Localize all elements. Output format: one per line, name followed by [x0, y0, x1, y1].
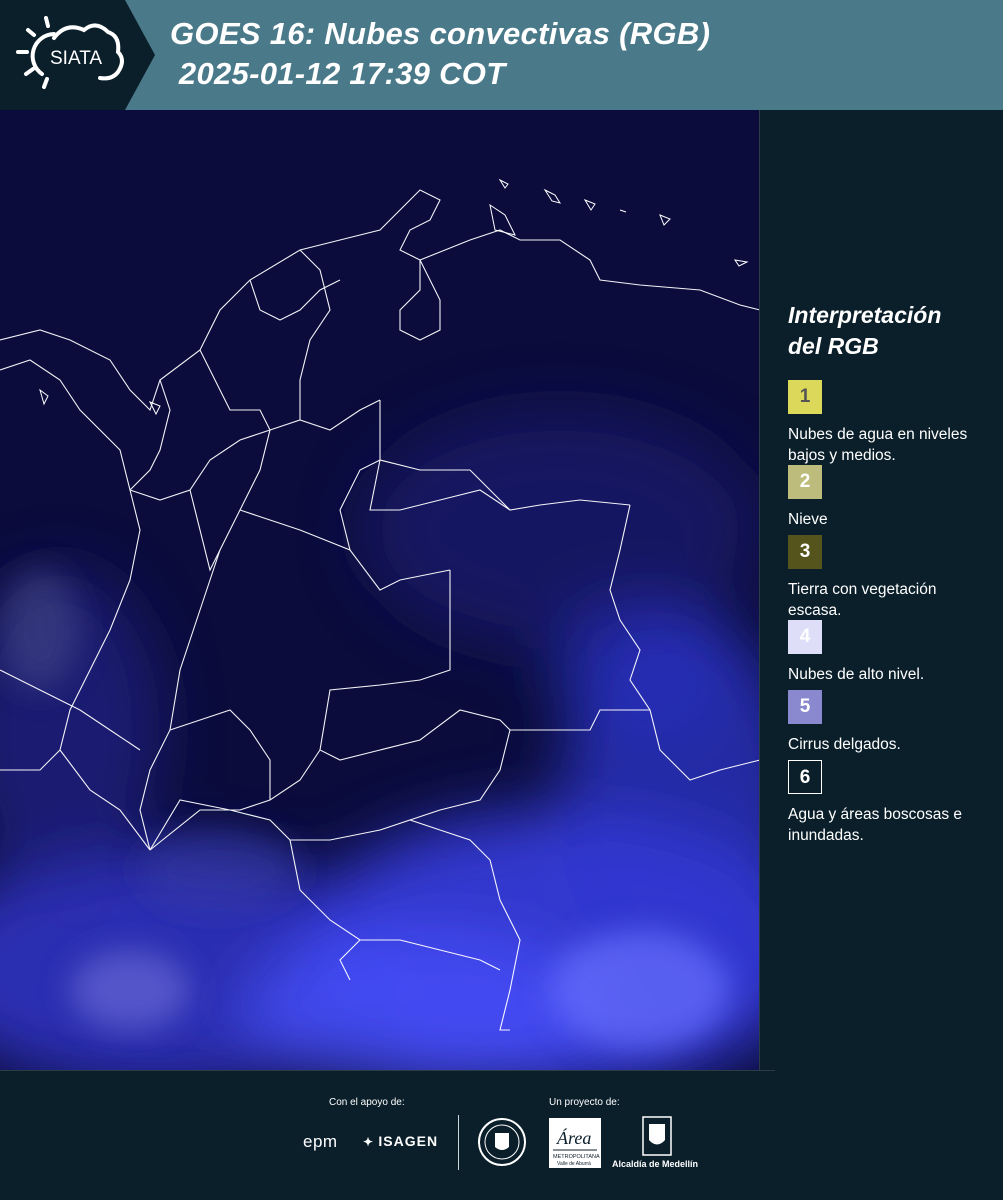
epm-logo-icon: epm: [303, 1132, 338, 1151]
legend-item: 2 Nieve: [788, 465, 988, 535]
legend-swatch: 4: [788, 620, 822, 654]
svg-text:Valle de Aburrá: Valle de Aburrá: [557, 1161, 591, 1167]
medellin-seal-icon: [478, 1118, 526, 1166]
area-metropolitana-logo-icon: Área METROPOLITANA Valle de Aburrá: [549, 1118, 601, 1168]
legend-label: Nieve: [788, 511, 828, 528]
page-title: GOES 16: Nubes convectivas (RGB) 2025-01…: [170, 14, 710, 94]
svg-text:Área: Área: [556, 1127, 591, 1148]
satellite-image: [0, 110, 760, 1070]
legend-label: Nubes de alto nivel.: [788, 666, 925, 683]
title-product: GOES 16: Nubes convectivas (RGB): [170, 16, 711, 51]
sponsor-divider: [458, 1115, 459, 1170]
legend-title-line1: Interpretación: [788, 302, 942, 328]
legend-label: Cirrus delgados.: [788, 736, 901, 753]
legend-item: 6 Agua y áreas boscosas e inundadas.: [788, 760, 988, 845]
legend-swatch: 5: [788, 690, 822, 724]
legend-swatch: 3: [788, 535, 822, 569]
legend-item: 4 Nubes de alto nivel.: [788, 620, 988, 690]
siata-logo-icon: SIATA: [16, 16, 124, 89]
rgb-legend: Interpretación del RGB 1 Nubes de agua en…: [788, 300, 988, 845]
project-label: Un proyecto de:: [549, 1097, 620, 1108]
legend-label: Nubes de agua en niveles bajos y medios.: [788, 426, 968, 464]
legend-label: Agua y áreas boscosas e inundadas.: [788, 806, 963, 844]
svg-text:SIATA: SIATA: [50, 48, 102, 69]
legend-title: Interpretación del RGB: [788, 300, 988, 362]
legend-label: Tierra con vegetación escasa.: [788, 581, 937, 619]
alcaldia-label: Alcaldía de Medellín: [612, 1159, 699, 1169]
isagen-label: ISAGEN: [378, 1133, 439, 1149]
legend-items: 1 Nubes de agua en niveles bajos y medios…: [788, 380, 988, 845]
map-border: [759, 110, 760, 1070]
title-timestamp: 2025-01-12 17:39 COT: [170, 56, 506, 91]
legend-swatch: 6: [788, 760, 822, 794]
legend-swatch: 1: [788, 380, 822, 414]
support-label: Con el apoyo de:: [329, 1097, 405, 1108]
legend-swatch: 2: [788, 465, 822, 499]
legend-item: 1 Nubes de agua en niveles bajos y medios…: [788, 380, 988, 465]
legend-item: 3 Tierra con vegetación escasa.: [788, 535, 988, 620]
svg-text:METROPOLITANA: METROPOLITANA: [553, 1154, 600, 1160]
legend-title-line2: del RGB: [788, 333, 879, 359]
legend-item: 5 Cirrus delgados.: [788, 690, 988, 760]
isagen-logo-icon: ✦ ISAGEN: [363, 1133, 439, 1149]
satellite-map: [0, 110, 760, 1070]
alcaldia-shield-icon: [642, 1116, 672, 1156]
footer-divider-line: [0, 1070, 775, 1071]
